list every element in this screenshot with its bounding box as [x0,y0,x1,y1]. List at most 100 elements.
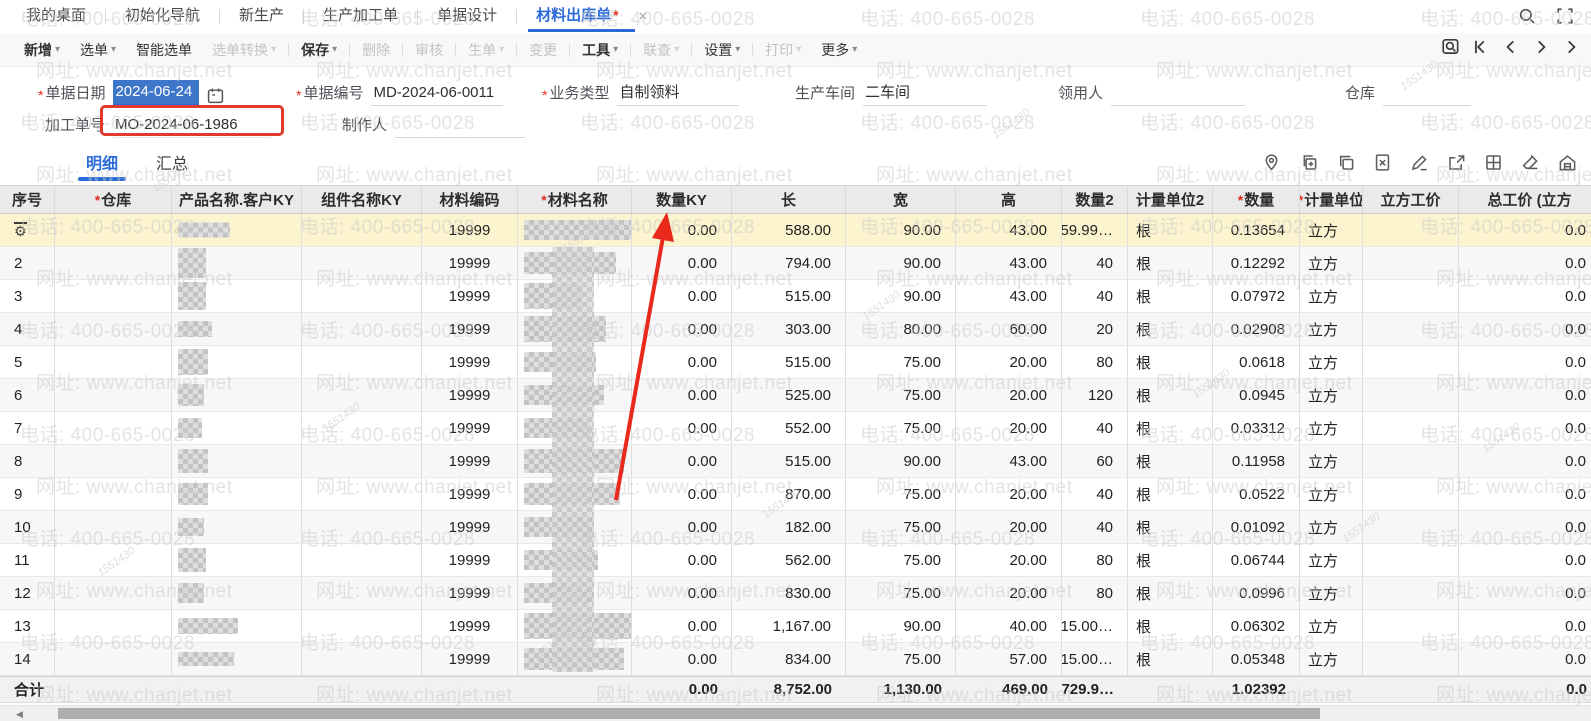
cell-product[interactable] [172,544,302,576]
cell-price[interactable] [1363,379,1459,411]
cell-qty[interactable]: 0.07972 [1213,280,1300,312]
cell-code[interactable]: 19999 [422,379,518,411]
cell-qty2[interactable]: 40 [1062,412,1128,444]
cell-price[interactable] [1363,313,1459,345]
column-header-13[interactable]: *数量 [1213,186,1300,213]
cell-qty2[interactable]: 80 [1062,577,1128,609]
table-row[interactable]: 5199990.00515.0075.0020.0080根0.0618立方0.0 [0,346,1591,379]
cell-unit2[interactable]: 根 [1128,379,1213,411]
cell-qty2[interactable]: 40 [1062,478,1128,510]
cell-qty[interactable]: 0.02908 [1213,313,1300,345]
cell-hgt[interactable]: 43.00 [956,280,1062,312]
cell-wid[interactable]: 75.00 [846,379,956,411]
cell-len[interactable]: 515.00 [732,280,846,312]
cell-product[interactable] [172,478,302,510]
batch-edit-icon[interactable] [1409,152,1429,172]
column-header-15[interactable]: 立方工价 [1363,186,1459,213]
cell-seq[interactable]: 3 [0,280,55,312]
cell-unit[interactable]: 立方 [1300,214,1363,246]
cell-seq[interactable]: 2 [0,247,55,279]
cell-unit2[interactable]: 根 [1128,478,1213,510]
cell-hgt[interactable]: 20.00 [956,379,1062,411]
close-tab-icon[interactable]: × [639,8,648,25]
cell-seq[interactable]: 13 [0,610,55,642]
recipient-input[interactable] [1111,105,1245,106]
cell-seq[interactable]: 10 [0,511,55,543]
cell-product[interactable] [172,280,302,312]
cell-total[interactable]: 0.0 [1459,346,1591,378]
cell-qty[interactable]: 0.0945 [1213,379,1300,411]
column-header-14[interactable]: *计量单位 [1300,186,1363,213]
cell-unit2[interactable]: 根 [1128,280,1213,312]
cell-hgt[interactable]: 60.00 [956,313,1062,345]
cell-unit[interactable]: 立方 [1300,610,1363,642]
cell-component[interactable] [302,478,422,510]
toolbar-button-2[interactable]: 选单▾ [80,40,116,60]
cell-unit[interactable]: 立方 [1300,478,1363,510]
cell-wh[interactable] [55,478,172,510]
cell-qty_ky[interactable]: 0.00 [632,313,732,345]
cell-wh[interactable] [55,577,172,609]
cell-wh[interactable] [55,280,172,312]
cell-price[interactable] [1363,346,1459,378]
cell-len[interactable]: 525.00 [732,379,846,411]
cell-qty[interactable]: 0.06744 [1213,544,1300,576]
cell-wid[interactable]: 90.00 [846,280,956,312]
cell-qty[interactable]: 0.03312 [1213,412,1300,444]
maker-input[interactable] [395,137,525,138]
cell-unit2[interactable]: 根 [1128,445,1213,477]
cell-unit[interactable]: 立方 [1300,313,1363,345]
cell-product[interactable] [172,577,302,609]
cell-unit2[interactable]: 根 [1128,346,1213,378]
cell-seq[interactable]: 12 [0,577,55,609]
cell-qty2[interactable]: 40 [1062,511,1128,543]
cell-qty_ky[interactable]: 0.00 [632,214,732,246]
cell-component[interactable] [302,313,422,345]
cell-total[interactable]: 0.0 [1459,445,1591,477]
last-record-icon[interactable] [1561,37,1581,57]
cell-qty[interactable]: 0.0618 [1213,346,1300,378]
column-header-16[interactable]: 总工价 (立方 [1459,186,1591,213]
column-header-8[interactable]: 长 [732,186,846,213]
cell-wh[interactable] [55,412,172,444]
cell-unit2[interactable]: 根 [1128,214,1213,246]
column-header-2[interactable]: *仓库 [55,186,172,213]
cell-code[interactable]: 19999 [422,544,518,576]
cell-hgt[interactable]: 57.00 [956,643,1062,675]
cell-unit2[interactable]: 根 [1128,313,1213,345]
cell-qty[interactable]: 0.13654 [1213,214,1300,246]
cell-qty[interactable]: 0.06302 [1213,610,1300,642]
cell-qty_ky[interactable]: 0.00 [632,544,732,576]
column-header-12[interactable]: 计量单位2 [1128,186,1213,213]
lookup-icon[interactable] [1441,37,1461,57]
cell-unit2[interactable]: 根 [1128,643,1213,675]
cell-len[interactable]: 562.00 [732,544,846,576]
cell-qty_ky[interactable]: 0.00 [632,478,732,510]
cell-code[interactable]: 19999 [422,313,518,345]
cell-total[interactable]: 0.0 [1459,544,1591,576]
cell-total[interactable]: 0.0 [1459,247,1591,279]
cell-price[interactable] [1363,247,1459,279]
cell-len[interactable]: 182.00 [732,511,846,543]
table-row[interactable]: 7199990.00552.0075.0020.0040根0.03312立方0.… [0,412,1591,445]
cell-hgt[interactable]: 20.00 [956,478,1062,510]
cell-qty_ky[interactable]: 0.00 [632,445,732,477]
cell-price[interactable] [1363,412,1459,444]
next-record-icon[interactable] [1531,37,1551,57]
cell-qty2[interactable]: 120 [1062,379,1128,411]
cell-seq[interactable]: 9 [0,478,55,510]
cell-total[interactable]: 0.0 [1459,313,1591,345]
cell-code[interactable]: 19999 [422,511,518,543]
cell-qty2[interactable]: 15.00… [1062,643,1128,675]
cell-len[interactable]: 515.00 [732,445,846,477]
cell-price[interactable] [1363,544,1459,576]
cell-len[interactable]: 303.00 [732,313,846,345]
cell-product[interactable] [172,214,302,246]
cell-code[interactable]: 19999 [422,214,518,246]
fullscreen-icon[interactable] [1555,6,1575,26]
table-row[interactable]: 12199990.00830.0075.0020.0080根0.0996立方0.… [0,577,1591,610]
prev-record-icon[interactable] [1501,37,1521,57]
cell-unit2[interactable]: 根 [1128,610,1213,642]
table-row[interactable]: 2199990.00794.0090.0043.0040根0.12292立方0.… [0,247,1591,280]
cell-product[interactable] [172,412,302,444]
